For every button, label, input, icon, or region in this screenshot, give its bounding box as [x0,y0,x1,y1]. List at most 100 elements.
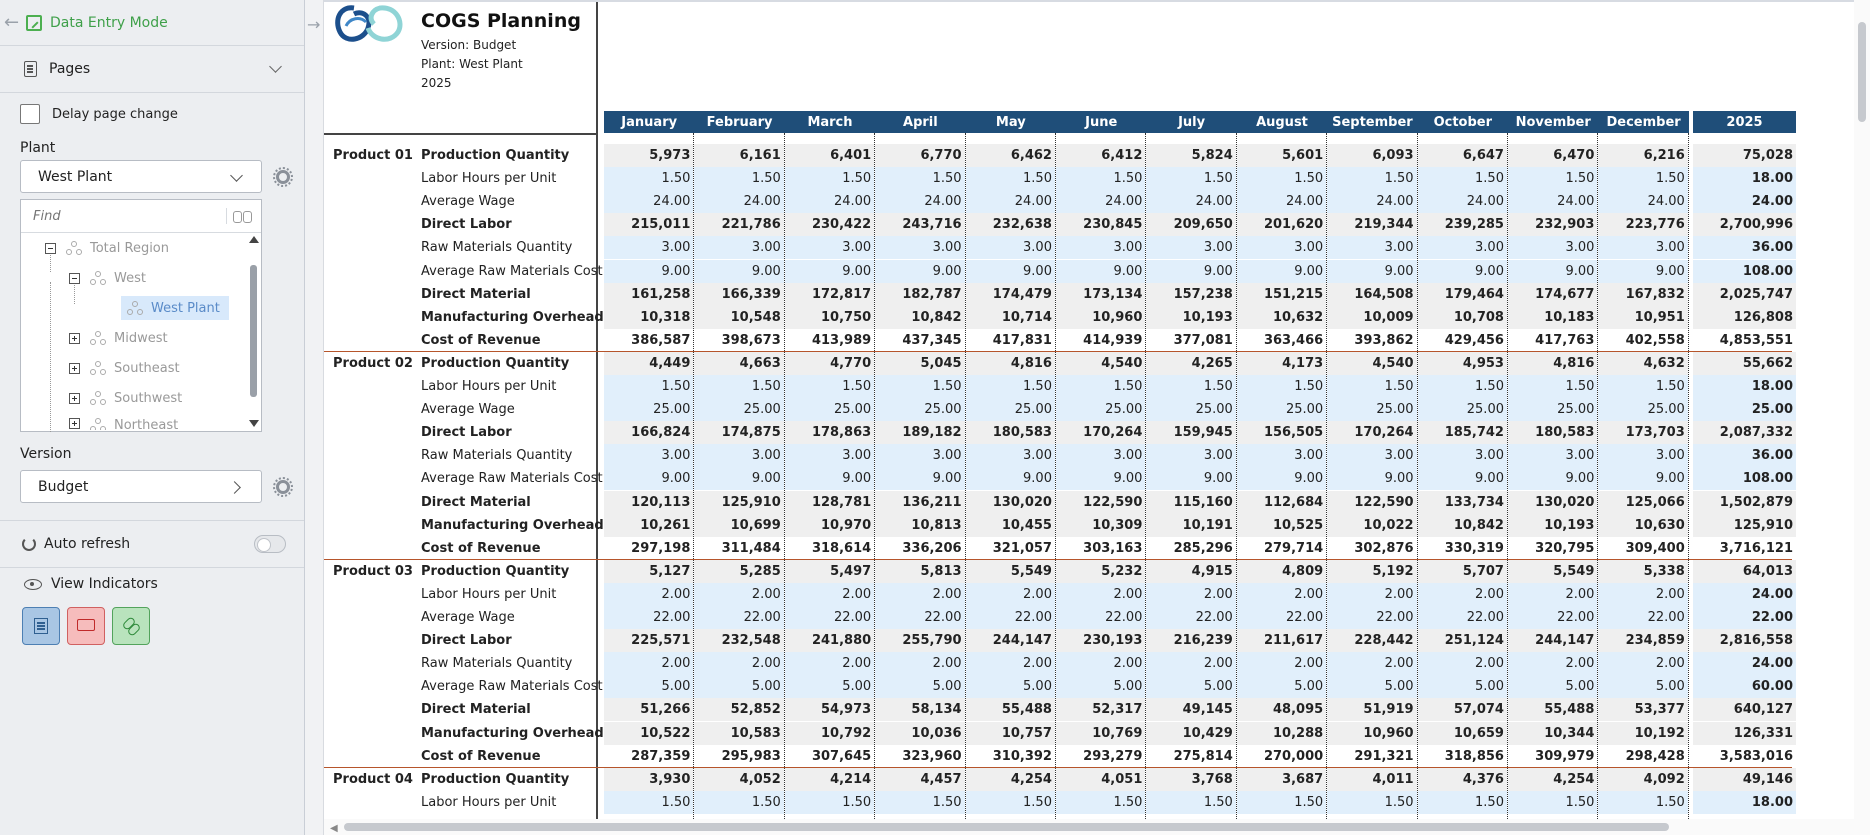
grid-cell[interactable]: 3.00 [1327,236,1417,260]
grid-cell[interactable]: 9.00 [1056,259,1146,283]
grid-cell[interactable]: 1.50 [875,790,965,814]
grid-cell[interactable]: 6,462 [965,144,1055,167]
grid-cell[interactable]: 24.00 [1327,190,1417,214]
grid-cell[interactable]: 1.50 [1327,790,1417,814]
grid-cell[interactable]: 1.50 [1146,790,1236,814]
grid-cell[interactable]: 6,770 [875,144,965,167]
vertical-scroll-thumb[interactable] [1858,22,1866,122]
grid-cell[interactable]: 5.00 [965,675,1055,699]
grid-cell[interactable]: 6,161 [694,144,784,167]
grid-cell[interactable]: 22.00 [1236,606,1327,629]
binoculars-icon[interactable] [226,208,253,224]
grid-cell[interactable]: 24.00 [1146,190,1236,214]
grid-cell[interactable]: 9.00 [784,259,875,283]
grid-cell[interactable]: 3.00 [1146,236,1236,260]
grid-cell[interactable]: 6,470 [1508,144,1598,167]
grid-cell[interactable]: 24.00 [604,190,694,214]
grid-cell[interactable]: 6,647 [1417,144,1507,167]
column-header[interactable]: February [694,111,785,133]
grid-cell[interactable]: 9.00 [1327,467,1417,491]
grid-cell[interactable]: 4,051 [1056,767,1146,791]
forward-arrow-icon[interactable]: → [307,15,320,34]
grid-cell[interactable]: 25.00 [784,398,875,422]
tree-item-west-plant[interactable]: West Plant [121,296,229,320]
grid-cell[interactable]: 2.00 [784,652,875,676]
grid-cell[interactable]: 1.50 [604,167,694,191]
column-header[interactable]: August [1236,111,1328,133]
grid-cell[interactable]: 2.00 [1598,652,1688,676]
collapse-icon[interactable] [69,272,80,284]
grid-cell[interactable]: 5.00 [875,675,965,699]
grid-cell[interactable]: 5,285 [694,559,784,583]
grid-cell[interactable]: 1.50 [1598,167,1688,191]
horizontal-scroll-thumb[interactable] [344,823,1669,831]
grid-cell[interactable]: 5.00 [694,675,784,699]
grid-cell[interactable]: 3,768 [1146,767,1236,791]
grid-cell[interactable]: 4,173 [1236,351,1327,375]
grid-cell[interactable]: 22.00 [1508,606,1598,629]
grid-cell[interactable]: 3.00 [1508,236,1598,260]
grid-cell[interactable]: 5.00 [604,675,694,699]
column-header[interactable]: October [1417,111,1508,133]
grid-cell[interactable]: 2.00 [875,652,965,676]
column-header[interactable]: April [875,111,966,133]
version-select[interactable]: Budget [20,470,262,503]
grid-cell[interactable]: 2.00 [965,582,1055,606]
grid-cell[interactable]: 3.00 [965,236,1055,260]
grid-cell[interactable]: 4,540 [1056,351,1146,375]
grid-cell[interactable]: 5,707 [1417,559,1507,583]
grid-cell[interactable]: 3,687 [1236,767,1327,791]
grid-cell[interactable]: 2.00 [1146,652,1236,676]
grid-cell[interactable]: 2.00 [1146,582,1236,606]
grid-cell[interactable]: 5,813 [875,559,965,583]
grid-cell[interactable]: 2.00 [1236,652,1327,676]
grid-cell[interactable]: 22.00 [1327,606,1417,629]
grid-cell[interactable]: 5,232 [1056,559,1146,583]
grid-cell[interactable]: 9.00 [1598,259,1688,283]
expand-icon[interactable] [69,362,80,374]
grid-cell[interactable]: 24.00 [1056,190,1146,214]
grid-cell[interactable]: 5.00 [1327,675,1417,699]
column-header[interactable]: May [965,111,1056,133]
grid-cell[interactable]: 9.00 [1508,259,1598,283]
grid-cell[interactable]: 22.00 [1598,606,1688,629]
grid-cell[interactable]: 25.00 [875,398,965,422]
grid-cell[interactable]: 1.50 [965,790,1055,814]
column-header[interactable]: June [1056,111,1147,133]
grid-cell[interactable]: 9.00 [965,467,1055,491]
grid-cell[interactable]: 9.00 [604,467,694,491]
grid-cell[interactable]: 9.00 [1146,467,1236,491]
grid-cell[interactable]: 22.00 [1146,606,1236,629]
grid-cell[interactable]: 25.00 [1417,398,1507,422]
grid-cell[interactable]: 1.50 [1417,790,1507,814]
comment-indicator-button[interactable] [67,607,105,645]
grid-cell[interactable]: 9.00 [875,259,965,283]
grid-cell[interactable]: 25.00 [1508,398,1598,422]
grid-cell[interactable]: 24.00 [875,190,965,214]
grid-cell[interactable]: 5.00 [1056,675,1146,699]
tree-item-northeast[interactable]: Northeast [69,414,178,430]
grid-cell[interactable]: 5,338 [1598,559,1688,583]
grid-cell[interactable]: 1.50 [1327,167,1417,191]
grid-cell[interactable]: 3.00 [1236,444,1327,468]
grid-cell[interactable]: 6,093 [1327,144,1417,167]
grid-cell[interactable]: 6,412 [1056,144,1146,167]
grid-cell[interactable]: 9.00 [1417,467,1507,491]
tree-item-southeast[interactable]: Southeast [69,356,180,380]
grid-cell[interactable]: 9.00 [965,259,1055,283]
grid-cell[interactable]: 9.00 [784,467,875,491]
grid-cell[interactable]: 9.00 [1236,259,1327,283]
grid-cell[interactable]: 4,254 [965,767,1055,791]
list-indicator-button[interactable] [22,607,60,645]
grid-cell[interactable]: 1.50 [875,167,965,191]
grid-cell[interactable]: 3.00 [784,236,875,260]
grid-cell[interactable]: 25.00 [1236,398,1327,422]
grid-cell[interactable]: 22.00 [604,606,694,629]
grid-cell[interactable]: 2.00 [694,652,784,676]
grid-cell[interactable]: 4,254 [1508,767,1598,791]
delay-page-change-checkbox[interactable] [20,104,40,124]
grid-cell[interactable]: 1.50 [1598,790,1688,814]
column-header[interactable]: December [1598,111,1689,133]
grid-cell[interactable]: 2.00 [1508,582,1598,606]
grid-cell[interactable]: 24.00 [1598,190,1688,214]
